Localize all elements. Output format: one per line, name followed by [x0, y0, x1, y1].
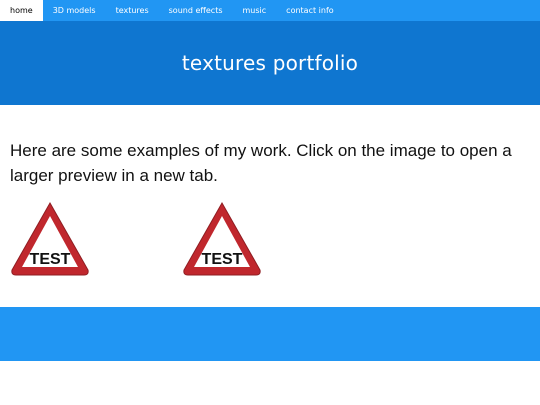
nav-item-contact-info[interactable]: contact info [276, 0, 343, 21]
nav-item-home[interactable]: home [0, 0, 43, 21]
intro-text: Here are some examples of my work. Click… [10, 141, 512, 185]
texture-image-link-1[interactable]: TEST [9, 200, 91, 277]
sign-text: TEST [202, 251, 243, 268]
nav-item-3d-models[interactable]: 3D models [43, 0, 106, 21]
texture-image-link-2[interactable]: TEST [181, 200, 263, 277]
page-title: textures portfolio [181, 51, 359, 75]
top-navbar: home 3D models textures sound effects mu… [0, 0, 540, 21]
nav-item-music[interactable]: music [233, 0, 277, 21]
sign-text: TEST [30, 251, 71, 268]
warning-sign-icon: TEST [11, 201, 89, 276]
nav-item-sound-effects[interactable]: sound effects [159, 0, 233, 21]
warning-sign-icon: TEST [183, 201, 261, 276]
hero-banner: textures portfolio [0, 21, 540, 105]
footer-bar [0, 307, 540, 361]
nav-item-textures[interactable]: textures [106, 0, 159, 21]
